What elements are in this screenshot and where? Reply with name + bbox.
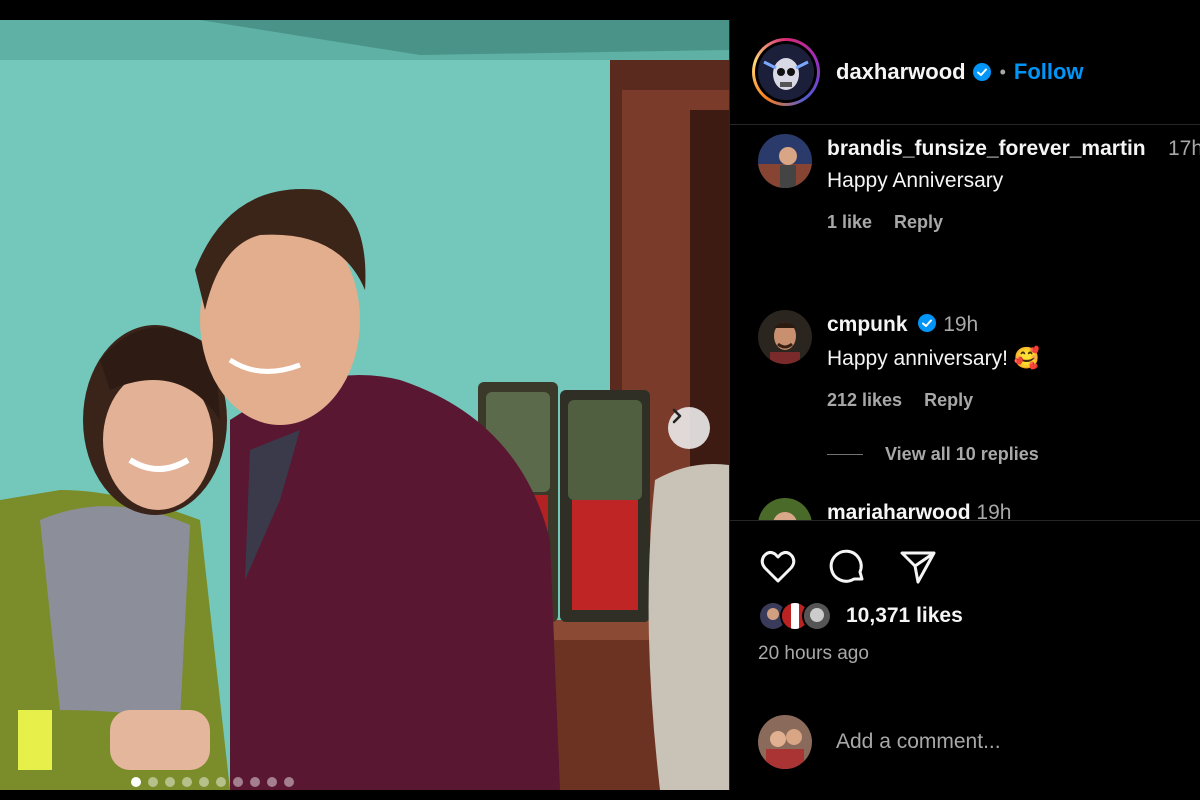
view-replies-button[interactable]: View all 10 replies — [827, 444, 1039, 465]
commenter-username[interactable]: brandis_funsize_forever_martin — [827, 134, 1167, 164]
follow-button[interactable]: Follow — [1014, 59, 1084, 85]
comment-likes[interactable]: 212 likes — [827, 390, 902, 411]
post-actions: 10,371 likes 20 hours ago — [730, 520, 1200, 790]
commenter-avatar[interactable] — [758, 134, 812, 188]
commenter-username[interactable]: mariaharwood — [827, 501, 971, 520]
chevron-right-icon — [672, 408, 682, 424]
post-timestamp: 20 hours ago — [758, 643, 869, 664]
post-header: daxharwood • Follow — [730, 20, 1200, 125]
verified-icon — [972, 62, 992, 82]
comment-text: Happy Anniversary — [827, 169, 1004, 192]
comment-input[interactable] — [836, 730, 1166, 754]
comment-text: Happy anniversary! 🥰 — [827, 347, 1040, 370]
carousel-dot — [199, 777, 209, 787]
window-bottom-border — [0, 790, 1200, 800]
commenter-username[interactable]: cmpunk — [827, 313, 908, 336]
reply-button[interactable]: Reply — [894, 212, 943, 233]
photo-image — [0, 20, 729, 790]
carousel-dot — [216, 777, 226, 787]
carousel-dot — [267, 777, 277, 787]
comment-time: 19h — [976, 501, 1012, 520]
carousel-dot — [250, 777, 260, 787]
carousel-dot — [148, 777, 158, 787]
header-separator: • — [999, 61, 1006, 82]
commenter-avatar[interactable] — [758, 498, 812, 520]
share-icon[interactable] — [898, 547, 938, 592]
commenter-avatar[interactable] — [758, 310, 812, 364]
owner-username[interactable]: daxharwood — [836, 59, 966, 85]
carousel-dot — [284, 777, 294, 787]
likes-count[interactable]: 10,371 likes — [846, 604, 963, 628]
window-top-border — [0, 0, 1200, 20]
add-comment-bar — [758, 715, 1166, 769]
comment-time: 19h — [943, 313, 979, 336]
carousel-dot — [233, 777, 243, 787]
view-replies-label: View all 10 replies — [885, 444, 1039, 464]
post-photo[interactable] — [0, 20, 729, 790]
comments-list[interactable]: brandis_funsize_forever_martin Happy Ann… — [730, 126, 1200, 520]
post-side-panel: daxharwood • Follow brandis_funsize_fore… — [729, 20, 1200, 790]
carousel-dot — [131, 777, 141, 787]
liker-avatar — [802, 601, 832, 631]
carousel-indicator — [131, 777, 294, 787]
carousel-dot — [182, 777, 192, 787]
comment-icon[interactable] — [828, 547, 868, 592]
likes-summary[interactable]: 10,371 likes — [758, 601, 963, 631]
carousel-dot — [165, 777, 175, 787]
current-user-avatar — [758, 715, 812, 769]
owner-avatar[interactable] — [752, 38, 820, 106]
comment-time: 17h — [1168, 137, 1200, 160]
comment-likes[interactable]: 1 like — [827, 212, 872, 233]
heart-icon[interactable] — [758, 547, 798, 592]
carousel-next-button[interactable] — [668, 407, 710, 449]
verified-icon — [917, 312, 937, 342]
reply-button[interactable]: Reply — [924, 390, 973, 411]
